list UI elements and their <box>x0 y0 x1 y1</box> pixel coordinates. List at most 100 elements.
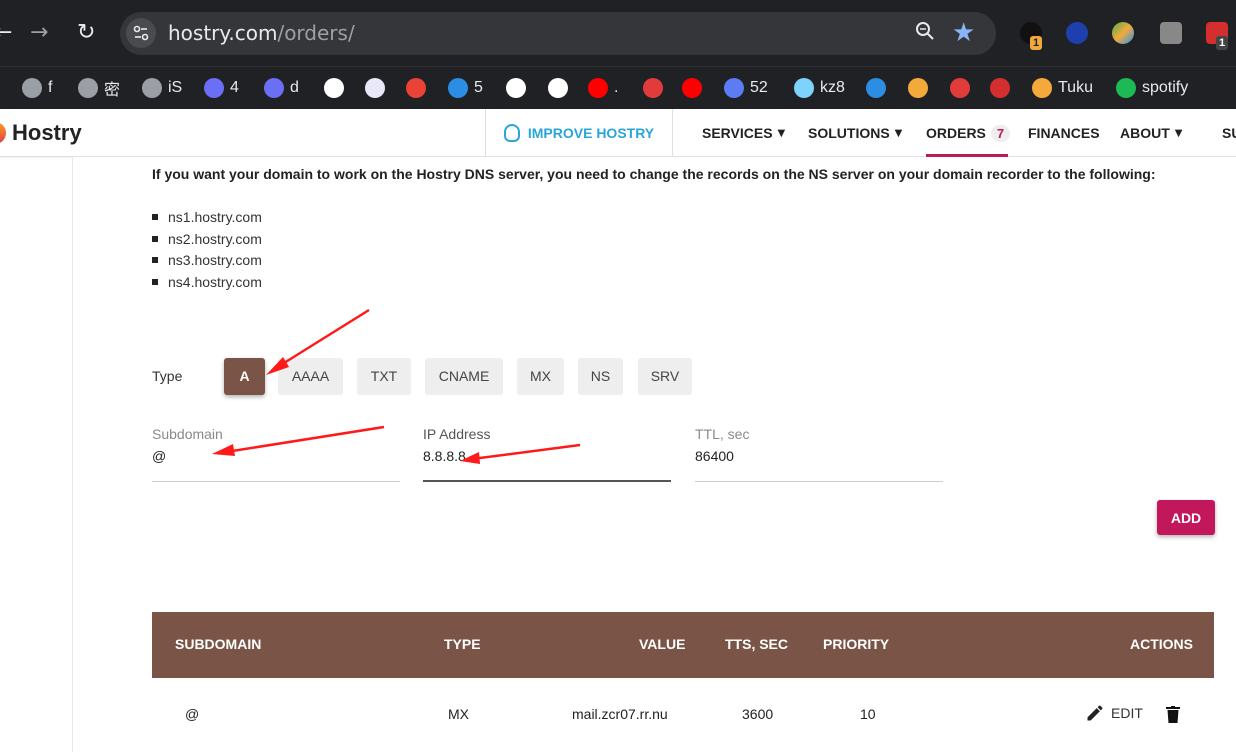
site-header: Hostry IMPROVE HOSTRY SERVICES ▼ SOLUTION… <box>0 109 1236 157</box>
type-cname-button[interactable]: CNAME <box>425 358 503 395</box>
hostry-logo-icon[interactable] <box>0 122 6 144</box>
url-text[interactable]: hostry.com/orders/ <box>168 21 355 45</box>
cell-subdomain: @ <box>185 706 200 722</box>
edit-label: EDIT <box>1111 705 1143 721</box>
chevron-down-icon: ▼ <box>1174 127 1183 139</box>
ghost-icon <box>204 78 224 98</box>
bookmark-label: f <box>48 79 53 96</box>
ip-address-input[interactable] <box>423 448 663 464</box>
chevron-down-icon: ▼ <box>894 127 903 139</box>
cell-value: mail.zcr07.rr.nu <box>572 706 668 722</box>
improve-hostry-link[interactable]: IMPROVE HOSTRY <box>485 109 673 157</box>
bookmark-item[interactable]: 5 <box>448 73 483 103</box>
spotify-icon <box>1116 78 1136 98</box>
bookmark-item[interactable] <box>990 73 1010 103</box>
extension-badge: 1 <box>1030 36 1043 50</box>
browser-toolbar: ← → ↻ hostry.com/orders/ ★ 1 1 <box>0 0 1236 66</box>
type-ns-button[interactable]: NS <box>578 358 623 395</box>
menu-about[interactable]: ABOUT ▼ <box>1120 109 1182 157</box>
ghost-icon <box>264 78 284 98</box>
youtube-icon <box>682 78 702 98</box>
type-label: Type <box>152 368 183 384</box>
globe-icon <box>78 78 98 98</box>
address-bar[interactable]: hostry.com/orders/ ★ <box>120 12 996 55</box>
ns-server-item: ns1.hostry.com <box>152 206 262 228</box>
site-info-icon[interactable] <box>126 18 156 48</box>
menu-support[interactable]: SU <box>1222 109 1236 157</box>
bookmark-item[interactable] <box>682 73 702 103</box>
bookmark-item[interactable]: 密 <box>78 73 120 103</box>
youtube-icon <box>588 78 608 98</box>
red-glyph-icon <box>643 78 663 98</box>
type-srv-button[interactable]: SRV <box>638 358 692 395</box>
bookmark-item[interactable] <box>406 73 426 103</box>
add-record-button[interactable]: ADD <box>1157 500 1215 535</box>
bookmark-item[interactable] <box>950 73 970 103</box>
extension-grey-icon[interactable] <box>1160 22 1182 44</box>
bookmark-label: 5 <box>474 79 483 96</box>
bookmark-label: kz8 <box>820 79 845 96</box>
menu-solutions[interactable]: SOLUTIONS ▼ <box>808 109 902 157</box>
type-mx-button[interactable]: MX <box>517 358 564 395</box>
bookmark-item[interactable] <box>643 73 663 103</box>
bookmark-label: 4 <box>230 79 239 96</box>
globe-icon <box>142 78 162 98</box>
bookmark-label: d <box>290 79 299 96</box>
forward-icon[interactable]: → <box>30 20 48 46</box>
bookmark-star-icon[interactable]: ★ <box>952 17 975 48</box>
col-value: VALUE <box>639 636 686 652</box>
trash-icon[interactable] <box>1166 706 1180 723</box>
bookmark-item[interactable]: f <box>22 73 52 103</box>
ttl-input[interactable] <box>695 448 935 464</box>
bookmark-item[interactable] <box>324 73 344 103</box>
subdomain-field: Subdomain <box>152 426 400 482</box>
bookmark-item[interactable]: spotify <box>1116 73 1188 103</box>
bookmark-item[interactable] <box>548 73 568 103</box>
type-txt-button[interactable]: TXT <box>357 358 411 395</box>
bookmark-item[interactable]: Tuku <box>1032 73 1093 103</box>
cell-priority: 10 <box>860 706 876 722</box>
bookmark-item[interactable] <box>866 73 886 103</box>
bookmark-item[interactable]: iS <box>142 73 182 103</box>
bookmark-item[interactable]: d <box>264 73 299 103</box>
col-priority: PRIORITY <box>823 636 890 652</box>
menu-services[interactable]: SERVICES ▼ <box>702 109 785 157</box>
col-actions: ACTIONS <box>1130 636 1193 652</box>
menu-support-label: SU <box>1222 125 1236 141</box>
bookmark-item[interactable]: 4 <box>204 73 239 103</box>
bookmark-item[interactable] <box>365 73 385 103</box>
bookmarks-bar: f 密 iS 4 d 5. 52 kz8 Tuku spotify <box>0 66 1236 109</box>
bookmark-item[interactable]: . <box>588 73 618 103</box>
type-aaaa-button[interactable]: AAAA <box>278 358 343 395</box>
zoom-icon[interactable] <box>914 20 936 48</box>
bookmark-label: 密 <box>104 82 121 99</box>
bookmark-item[interactable]: kz8 <box>794 73 845 103</box>
reload-icon[interactable]: ↻ <box>77 20 95 46</box>
extension-triangle-icon[interactable] <box>1066 22 1088 44</box>
col-subdomain: SUBDOMAIN <box>175 636 262 652</box>
ns-server-list: ns1.hostry.com ns2.hostry.com ns3.hostry… <box>152 206 262 293</box>
flower-icon <box>866 78 886 98</box>
bookmark-item[interactable]: 52 <box>724 73 768 103</box>
ns-server-item: ns4.hostry.com <box>152 271 262 293</box>
menu-orders[interactable]: ORDERS 7 <box>926 109 1011 157</box>
menu-solutions-label: SOLUTIONS <box>808 125 890 141</box>
col-tts: TTS, SEC <box>725 636 789 652</box>
site-logo[interactable]: Hostry <box>12 120 82 146</box>
orders-count-badge: 7 <box>990 124 1011 142</box>
improve-label: IMPROVE HOSTRY <box>527 125 655 141</box>
seal-icon <box>990 78 1010 98</box>
lightbulb-icon <box>503 124 520 142</box>
subdomain-input[interactable] <box>152 448 392 464</box>
ns-instructions: If you want your domain to work on the H… <box>152 166 1156 182</box>
extension-colorful-icon[interactable] <box>1112 22 1134 44</box>
menu-orders-label: ORDERS <box>926 125 986 141</box>
menu-finances[interactable]: FINANCES <box>1028 109 1100 157</box>
edit-record-button[interactable]: EDIT <box>1085 703 1143 723</box>
type-a-button[interactable]: A <box>224 358 265 395</box>
extension-badge: 1 <box>1216 36 1229 50</box>
back-icon[interactable]: ← <box>0 20 12 46</box>
bookmark-item[interactable] <box>506 73 526 103</box>
bookmark-item[interactable] <box>908 73 928 103</box>
bookmark-label: Tuku <box>1058 79 1093 96</box>
